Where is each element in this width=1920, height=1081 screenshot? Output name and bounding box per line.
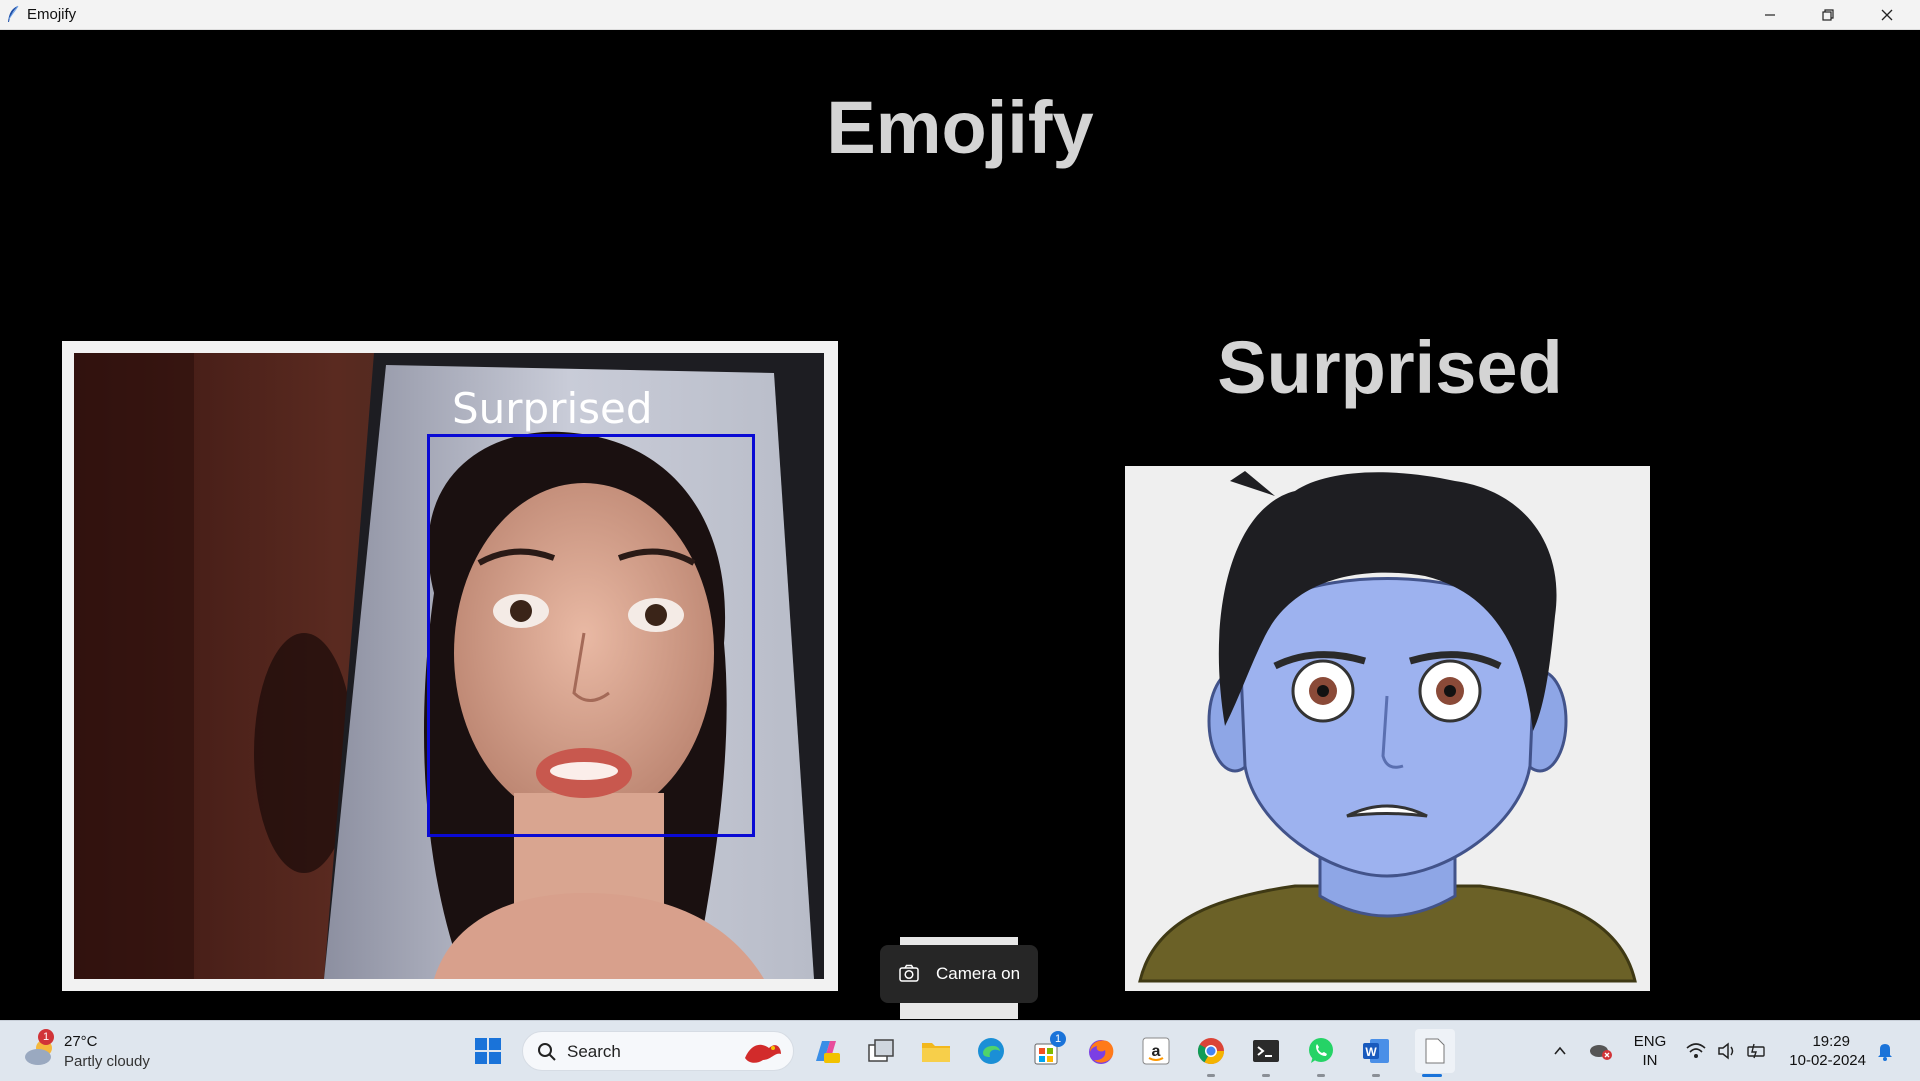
notepad-active-indicator <box>1422 1074 1442 1077</box>
taskbar-search[interactable]: Search <box>522 1031 794 1071</box>
close-icon <box>1881 9 1893 20</box>
clock-date[interactable]: 10-02-2024 <box>1780 1052 1866 1069</box>
chrome-icon <box>1197 1038 1225 1065</box>
taskbar: 1 27°C Partly cloudy Search 1 a W ENG IN… <box>0 1020 1920 1081</box>
terminal-icon <box>1253 1040 1279 1062</box>
onedrive-error-icon[interactable] <box>1588 1039 1614 1063</box>
camera-icon <box>899 964 919 982</box>
notification-bell-icon[interactable] <box>1876 1041 1894 1061</box>
terminal-button[interactable] <box>1250 1035 1282 1067</box>
svg-text:W: W <box>1365 1045 1377 1059</box>
clock-time[interactable]: 19:29 <box>1780 1033 1850 1050</box>
app-title: Emojify <box>826 86 1094 169</box>
feather-icon <box>8 5 19 22</box>
weather-condition: Partly cloudy <box>64 1053 150 1070</box>
edge-icon <box>978 1038 1004 1064</box>
notepad-button[interactable] <box>1415 1029 1455 1073</box>
edge-button[interactable] <box>975 1035 1007 1067</box>
whatsapp-button[interactable] <box>1305 1035 1337 1067</box>
face-detection-box <box>427 434 755 837</box>
close-button[interactable] <box>1858 0 1916 29</box>
whatsapp-running-indicator <box>1317 1074 1325 1077</box>
emoji-avatar <box>1125 466 1650 991</box>
toast-backdrop-bottom <box>900 1003 1018 1019</box>
terminal-running-indicator <box>1262 1074 1270 1077</box>
language-top[interactable]: ENG <box>1630 1033 1670 1050</box>
file-explorer-button[interactable] <box>920 1035 952 1067</box>
chrome-running-indicator <box>1207 1074 1215 1077</box>
chrome-button[interactable] <box>1195 1035 1227 1067</box>
wifi-icon[interactable] <box>1685 1041 1707 1061</box>
volume-icon[interactable] <box>1716 1041 1738 1061</box>
word-icon: W <box>1363 1039 1389 1063</box>
chevron-up-icon[interactable] <box>1552 1043 1568 1059</box>
dragon-highlight-icon <box>745 1044 781 1063</box>
restore-icon <box>1822 8 1834 21</box>
minimize-button[interactable] <box>1741 0 1799 29</box>
firefox-icon <box>1089 1040 1114 1064</box>
firefox-button[interactable] <box>1085 1035 1117 1067</box>
amazon-button[interactable]: a <box>1140 1035 1172 1067</box>
restore-button[interactable] <box>1799 0 1857 29</box>
emotion-label: Surprised <box>1217 326 1563 409</box>
weather-badge: 1 <box>38 1029 54 1045</box>
minimize-icon <box>1765 13 1775 16</box>
window-title: Emojify <box>27 6 77 23</box>
store-badge: 1 <box>1050 1031 1066 1047</box>
search-label: Search <box>567 1042 621 1061</box>
copilot-icon <box>816 1041 840 1063</box>
task-view-button[interactable] <box>865 1035 897 1067</box>
svg-text:a: a <box>1152 1043 1161 1060</box>
word-running-indicator <box>1372 1074 1380 1077</box>
folder-icon <box>922 1043 950 1062</box>
window-titlebar: Emojify <box>0 0 1920 30</box>
document-icon <box>1425 1038 1445 1064</box>
face-emotion-label: Surprised <box>452 384 653 433</box>
weather-widget[interactable]: 1 27°C Partly cloudy <box>22 1029 182 1073</box>
store-button[interactable]: 1 <box>1030 1031 1066 1067</box>
start-button[interactable] <box>472 1035 504 1067</box>
toast-text: Camera on <box>936 964 1021 983</box>
language-bottom[interactable]: IN <box>1630 1052 1670 1069</box>
battery-icon[interactable] <box>1746 1041 1768 1061</box>
windows-icon <box>475 1038 501 1064</box>
search-icon <box>538 1043 556 1061</box>
word-button[interactable]: W <box>1360 1035 1392 1067</box>
weather-temp: 27°C <box>64 1033 98 1050</box>
whatsapp-icon <box>1309 1038 1333 1063</box>
copilot-button[interactable] <box>810 1035 842 1067</box>
task-view-icon <box>868 1039 894 1062</box>
camera-on-toast: Camera on <box>880 945 1038 1003</box>
amazon-icon: a <box>1142 1037 1170 1065</box>
